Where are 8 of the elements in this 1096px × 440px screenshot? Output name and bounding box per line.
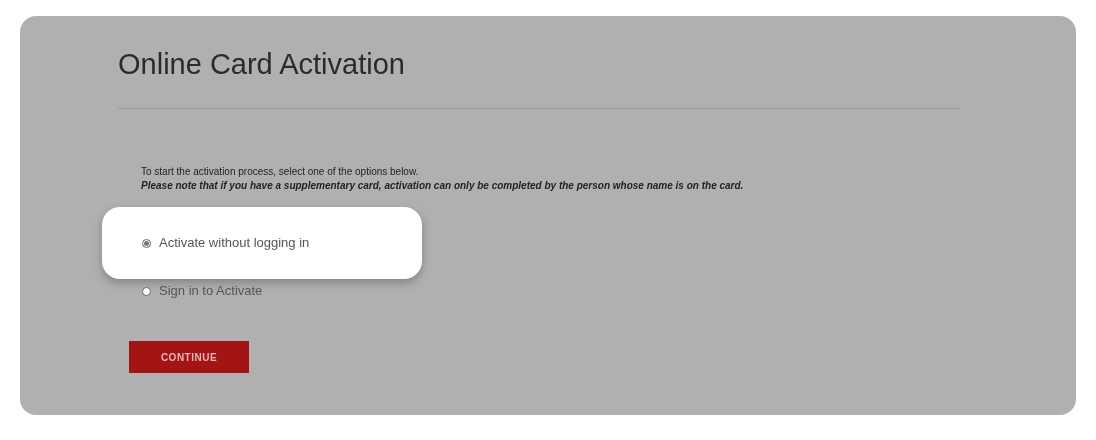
continue-button[interactable]: CONTINUE — [129, 341, 249, 373]
radio-button[interactable] — [142, 286, 151, 296]
page-title: Online Card Activation — [118, 47, 406, 82]
radio-button[interactable] — [142, 238, 151, 248]
instruction-text: To start the activation process, select one of the options below. — [141, 165, 420, 179]
option-label[interactable]: Activate without logging in — [159, 233, 310, 253]
note-text: Please note that if you have a supplementary card, activation can only be completed by the person whose name is on the card. — [141, 179, 745, 193]
option-label[interactable]: Sign in to Activate — [159, 281, 263, 301]
